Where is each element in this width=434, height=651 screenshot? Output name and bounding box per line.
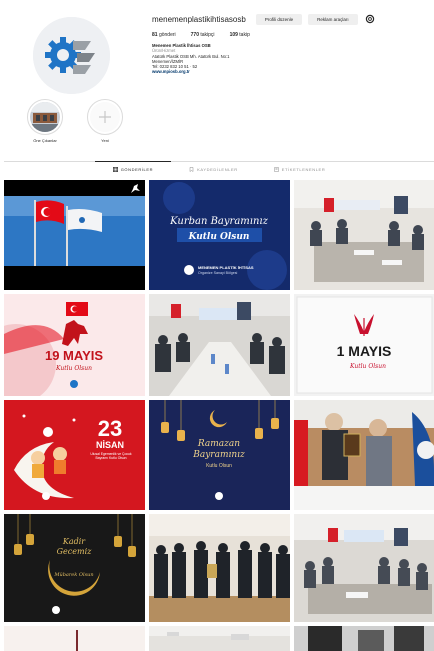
- post-kurban-bayrami[interactable]: Kurban Bayramınız Kutlu Olsun MENEMEN PL…: [149, 180, 290, 290]
- highlight-thumbnail: [30, 102, 60, 132]
- post-group-photo[interactable]: [149, 514, 290, 622]
- bio-website-link[interactable]: www.mpiosb.org.tr: [152, 69, 352, 74]
- svg-text:Organize Sanayi Bölgesi: Organize Sanayi Bölgesi: [198, 271, 238, 275]
- svg-text:23: 23: [98, 416, 122, 441]
- svg-text:Kutlu Olsun: Kutlu Olsun: [206, 463, 232, 469]
- post-meeting-photo-2[interactable]: [149, 294, 290, 396]
- post-kadir-gecesi[interactable]: Kadir Gecemiz Mübarek Olsun: [4, 514, 145, 622]
- edit-profile-button[interactable]: Profili düzenle: [255, 13, 303, 25]
- svg-text:Kadir: Kadir: [62, 537, 86, 546]
- profile-username: menemenplastikihtisasosb: [152, 14, 246, 24]
- svg-text:Ramazan: Ramazan: [197, 439, 240, 449]
- plus-icon: [90, 102, 120, 132]
- ad-tools-button[interactable]: Reklam araçları: [308, 13, 358, 25]
- highlight-label: Öne Çıkanlar: [33, 138, 57, 143]
- profile-avatar[interactable]: [33, 17, 110, 94]
- post-meeting-photo-3[interactable]: [294, 514, 434, 622]
- bookmark-icon: [189, 167, 194, 173]
- post-23-nisan[interactable]: 23 NİSAN Ulusal Egemenlik ve Çocuk Bayra…: [4, 400, 145, 510]
- post-19-mayis[interactable]: 19 MAYIS Kutlu Olsun: [4, 294, 145, 396]
- tab-posts[interactable]: GÖNDERİLER: [94, 161, 172, 177]
- svg-text:Mübarek Olsun: Mübarek Olsun: [53, 572, 93, 578]
- svg-text:Kutlu Olsun: Kutlu Olsun: [349, 363, 386, 370]
- svg-text:19 MAYIS: 19 MAYIS: [45, 348, 103, 363]
- highlight-new[interactable]: Yeni: [84, 99, 126, 143]
- svg-text:Kurban Bayramınız: Kurban Bayramınız: [169, 216, 268, 227]
- story-highlights: Öne Çıkanlar Yeni: [24, 99, 144, 143]
- post-meeting-photo-1[interactable]: [294, 180, 434, 290]
- grid-icon: [112, 167, 118, 173]
- post-flag-photo[interactable]: [4, 180, 145, 290]
- osb-logo-icon: [33, 17, 110, 94]
- post-ramazan-bayrami[interactable]: Ramazan Bayramınız Kutlu Olsun: [149, 400, 290, 510]
- highlight-featured[interactable]: Öne Çıkanlar: [24, 99, 66, 143]
- svg-text:NİSAN: NİSAN: [96, 440, 124, 450]
- svg-text:Bayramınız: Bayramınız: [192, 450, 245, 460]
- tag-user-icon: [273, 167, 279, 172]
- post-partial-2[interactable]: [149, 626, 290, 651]
- svg-text:Kutlu Olsun: Kutlu Olsun: [188, 232, 250, 242]
- profile-tabs: GÖNDERİLER KAYDEDİLENLER ETİKETLENENLER: [4, 161, 434, 177]
- post-partial-3[interactable]: [294, 626, 434, 651]
- posts-stat: 81 gönderi: [152, 32, 176, 38]
- svg-text:Gecemiz: Gecemiz: [57, 547, 92, 556]
- svg-text:1 MAYIS: 1 MAYIS: [337, 343, 392, 359]
- profile-stats: 81 gönderi 770 takipçi 109 takip: [152, 32, 265, 38]
- following-stat[interactable]: 109 takip: [230, 32, 250, 38]
- svg-text:MENEMEN PLASTİK İHTİSAS: MENEMEN PLASTİK İHTİSAS: [198, 265, 254, 270]
- post-award-photo[interactable]: [294, 400, 434, 510]
- followers-stat[interactable]: 770 takipçi: [191, 32, 215, 38]
- svg-text:Kutlu Olsun: Kutlu Olsun: [55, 365, 92, 372]
- profile-bio: Menemen Plastik İhtisas OSB Ürün/Hizmet …: [152, 43, 352, 75]
- profile-header: menemenplastikihtisasosb Profili düzenle…: [0, 0, 434, 160]
- tab-saved[interactable]: KAYDEDİLENLER: [171, 161, 256, 177]
- post-partial-1[interactable]: [4, 626, 145, 651]
- tab-tagged[interactable]: ETİKETLENENLER: [256, 161, 344, 177]
- highlight-label: Yeni: [101, 138, 109, 143]
- post-1-mayis[interactable]: 1 MAYIS Kutlu Olsun: [294, 294, 434, 396]
- gear-icon[interactable]: [364, 13, 376, 25]
